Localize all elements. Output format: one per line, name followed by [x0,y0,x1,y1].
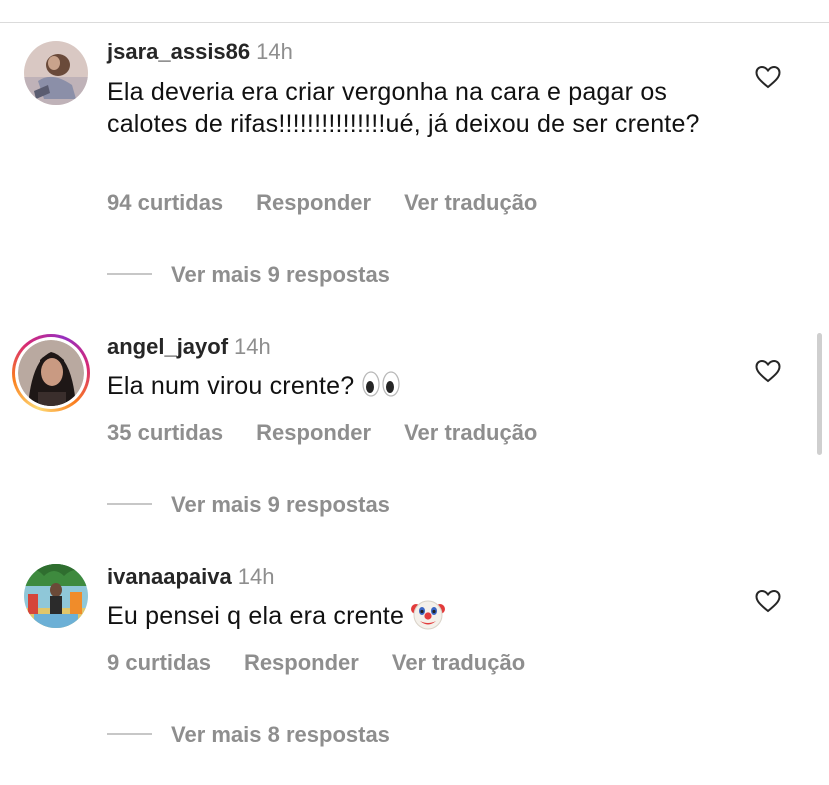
comment-text-row: Eu pensei q ela era crente [107,600,727,634]
comment-username[interactable]: jsara_assis86 [107,39,250,64]
comment-text: Ela deveria era criar vergonha na cara e… [107,78,700,138]
translate-button[interactable]: Ver tradução [404,190,537,216]
likes-count[interactable]: 35 curtidas [107,420,223,446]
likes-count[interactable]: 94 curtidas [107,190,223,216]
likes-count[interactable]: 9 curtidas [107,650,211,676]
comment-text: Eu pensei q ela era crente [107,602,405,630]
comment-text: Ela num virou crente? [107,372,355,400]
view-replies-button[interactable]: Ver mais 8 respostas [107,722,390,748]
avatar-photo-icon [24,41,88,105]
replies-divider-line [107,273,152,276]
replies-divider-line [107,503,152,506]
like-heart-icon[interactable] [755,589,781,613]
comment-timestamp: 14h [237,564,275,589]
view-replies-label: Ver mais 9 respostas [171,262,390,287]
scrollbar[interactable] [817,333,822,455]
view-replies-label: Ver mais 8 respostas [171,722,390,747]
reply-button[interactable]: Responder [256,420,371,446]
avatar[interactable] [24,564,88,628]
reply-button[interactable]: Responder [244,650,359,676]
eyes-emoji-icon [361,371,400,397]
comment-timestamp: 14h [234,334,271,359]
comment-username[interactable]: angel_jayof [107,334,228,359]
comment-timestamp: 14h [256,39,293,64]
view-replies-button[interactable]: Ver mais 9 respostas [107,492,390,518]
view-replies-label: Ver mais 9 respostas [171,492,390,517]
view-replies-button[interactable]: Ver mais 9 respostas [107,262,390,288]
reply-button[interactable]: Responder [256,190,371,216]
avatar-photo-icon [24,564,88,628]
avatar-photo-icon [18,340,84,406]
like-heart-icon[interactable] [755,359,781,383]
avatar-story-ring[interactable] [12,334,90,412]
clown-face-emoji-icon [411,600,446,630]
like-heart-icon[interactable] [755,65,781,89]
comment-text-row: Ela num virou crente? [107,370,727,402]
top-divider [0,22,829,23]
translate-button[interactable]: Ver tradução [392,650,525,676]
avatar[interactable] [24,41,88,105]
replies-divider-line [107,733,152,736]
translate-button[interactable]: Ver tradução [404,420,537,446]
comment-username[interactable]: ivanaapaiva [107,564,232,589]
